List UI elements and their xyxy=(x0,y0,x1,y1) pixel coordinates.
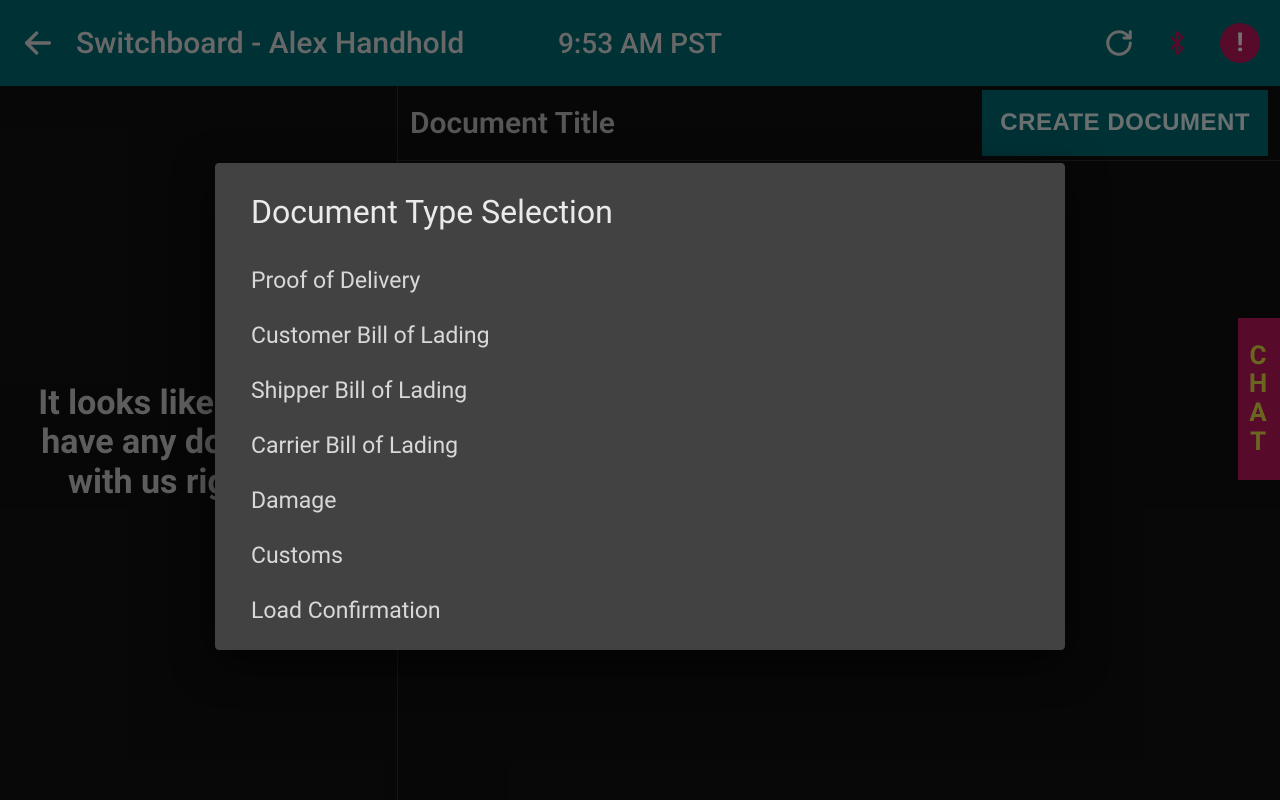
dialog-option-customs[interactable]: Customs xyxy=(215,528,1065,583)
document-type-dialog: Document Type Selection Proof of Deliver… xyxy=(215,163,1065,650)
dialog-option-carrier-bol[interactable]: Carrier Bill of Lading xyxy=(215,418,1065,473)
dialog-options-list: Proof of Delivery Customer Bill of Ladin… xyxy=(215,253,1065,638)
dialog-option-customer-bol[interactable]: Customer Bill of Lading xyxy=(215,308,1065,363)
dialog-option-damage[interactable]: Damage xyxy=(215,473,1065,528)
app-root: Switchboard - Alex Handhold 9:53 AM PST … xyxy=(0,0,1280,800)
dialog-option-proof-of-delivery[interactable]: Proof of Delivery xyxy=(215,253,1065,308)
dialog-option-shipper-bol[interactable]: Shipper Bill of Lading xyxy=(215,363,1065,418)
dialog-title: Document Type Selection xyxy=(215,163,1065,253)
dialog-option-load-confirmation[interactable]: Load Confirmation xyxy=(215,583,1065,638)
